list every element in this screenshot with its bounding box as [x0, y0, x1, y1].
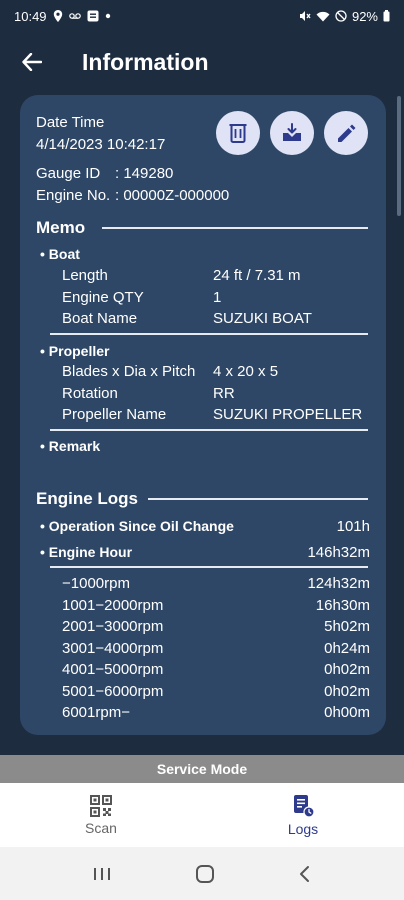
propeller-name-value: SUZUKI PROPELLER [213, 406, 363, 423]
app-bar: Information [0, 32, 404, 92]
rpm-row-value: 124h32m [307, 575, 370, 592]
boat-length-label: Length [62, 267, 108, 284]
oil-change-value: 101h [336, 518, 370, 535]
dnd-icon [335, 10, 347, 22]
delete-icon [229, 124, 247, 143]
service-mode-label: Service Mode [156, 761, 248, 777]
bottom-nav: Scan Logs [0, 783, 404, 847]
location-icon [53, 10, 62, 22]
service-mode-bar[interactable]: Service Mode [0, 755, 404, 783]
edit-icon [338, 124, 356, 142]
battery-percent: 92% [351, 8, 378, 24]
rotation-value: RR [213, 385, 235, 402]
nav-logs-label: Logs [287, 820, 319, 837]
divider [50, 429, 368, 431]
download-icon [283, 123, 301, 141]
recent-apps-icon[interactable] [92, 866, 112, 882]
delete-button[interactable] [216, 111, 260, 155]
rpm-row-value: 5h02m [324, 618, 370, 635]
divider [102, 227, 368, 229]
engine-no-value: : 00000Z-000000 [115, 187, 230, 204]
rpm-row-label: 3001−4000rpm [62, 640, 164, 657]
rpm-row-label: 2001−3000rpm [62, 618, 164, 635]
wifi-icon [316, 11, 330, 21]
back-nav-icon[interactable] [298, 865, 312, 883]
nav-scan[interactable]: Scan [0, 783, 202, 847]
rpm-row-value: 0h24m [324, 640, 370, 657]
date-time-label: Date Time [36, 114, 105, 131]
divider [50, 566, 368, 568]
remark-heading: • Remark [40, 438, 101, 454]
status-time: 10:49 [14, 8, 47, 24]
edit-button[interactable] [324, 111, 368, 155]
gauge-id-label: Gauge ID [36, 165, 101, 182]
date-time-value: 4/14/2023 10:42:17 [36, 136, 166, 153]
propeller-heading: • Propeller [40, 343, 110, 359]
home-icon[interactable] [195, 864, 215, 884]
info-card: Date Time 4/14/2023 10:42:17 Gauge ID : … [20, 95, 386, 735]
battery-icon [383, 10, 390, 22]
rpm-row-label: 1001−2000rpm [62, 597, 164, 614]
system-nav-bar [0, 847, 404, 900]
voicemail-icon [68, 13, 81, 19]
mute-icon [299, 11, 311, 21]
blades-label: Blades x Dia x Pitch [62, 363, 196, 380]
memo-title: Memo [36, 218, 86, 237]
back-arrow-icon [22, 53, 42, 71]
back-button[interactable] [12, 42, 52, 82]
rpm-row-label: −1000rpm [62, 575, 130, 592]
rotation-label: Rotation [62, 385, 118, 402]
rpm-row-value: 16h30m [315, 597, 370, 614]
rpm-row-value: 0h02m [324, 683, 370, 700]
engine-hour-label: • Engine Hour [40, 544, 133, 560]
screen-record-icon [87, 10, 99, 22]
boat-name-value: SUZUKI BOAT [213, 310, 312, 327]
divider [148, 498, 368, 500]
blades-value: 4 x 20 x 5 [213, 363, 279, 380]
rpm-row-label: 5001−6000rpm [62, 683, 164, 700]
status-bar: 10:49 92% [0, 0, 404, 32]
oil-change-label: • Operation Since Oil Change [40, 518, 234, 534]
logs-icon [294, 794, 315, 818]
engine-qty-label: Engine QTY [62, 289, 144, 306]
rpm-row-value: 0h00m [324, 704, 370, 721]
dot-icon [105, 13, 110, 19]
nav-scan-label: Scan [85, 819, 117, 836]
scrollbar[interactable] [397, 96, 401, 216]
engine-logs-title: Engine Logs [36, 489, 138, 508]
rpm-row-value: 0h02m [324, 661, 370, 678]
boat-heading: • Boat [40, 246, 80, 262]
page-title: Information [82, 48, 209, 75]
gauge-id-value: : 149280 [115, 165, 174, 182]
rpm-row-label: 6001rpm− [62, 704, 130, 721]
divider [50, 333, 368, 335]
rpm-row-label: 4001−5000rpm [62, 661, 164, 678]
boat-length-value: 24 ft / 7.31 m [213, 267, 301, 284]
nav-logs[interactable]: Logs [202, 783, 404, 847]
engine-no-label: Engine No. [36, 187, 111, 204]
engine-hour-value: 146h32m [307, 544, 370, 561]
propeller-name-label: Propeller Name [62, 406, 167, 423]
download-button[interactable] [270, 111, 314, 155]
boat-name-label: Boat Name [62, 310, 138, 327]
qr-code-icon [90, 794, 112, 817]
engine-qty-value: 1 [213, 289, 222, 306]
